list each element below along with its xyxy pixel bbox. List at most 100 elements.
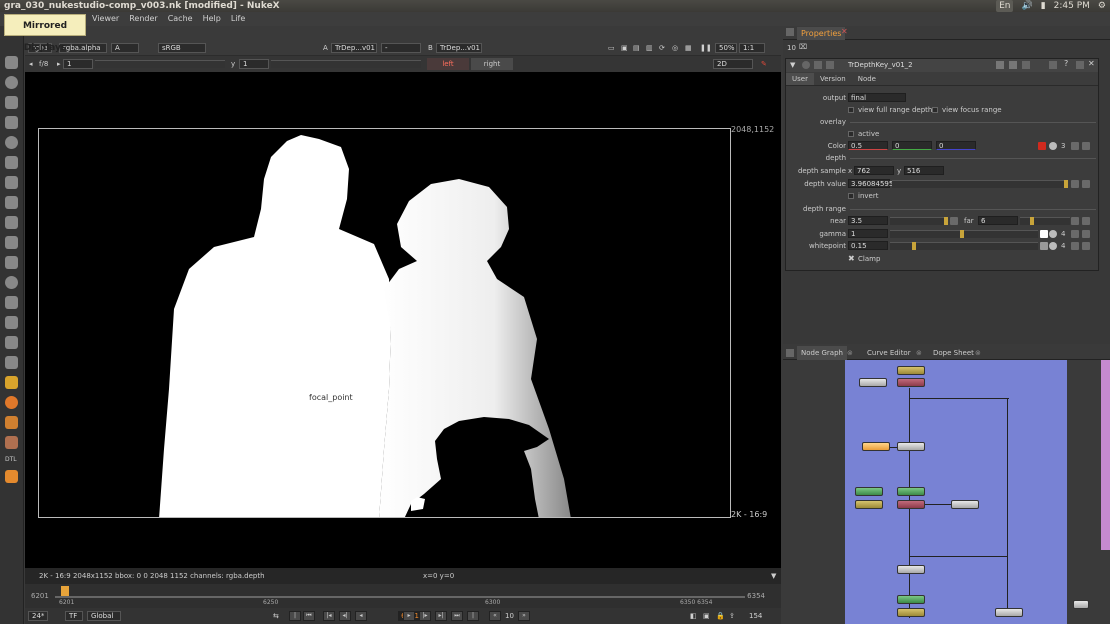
whitepoint-swatch[interactable] [1040, 242, 1048, 250]
channels-icon[interactable]: ▤ [633, 40, 640, 56]
roi-icon[interactable]: ▭ [608, 40, 615, 56]
views-icon[interactable] [5, 276, 18, 289]
color-wheel-icon[interactable] [5, 136, 18, 149]
next-keyframe-button[interactable]: ▸| [435, 611, 447, 621]
color-r-field[interactable]: 0.5 [848, 141, 888, 150]
lock-icon[interactable]: 🔒 [716, 608, 725, 624]
next-frame-button[interactable]: |▸ [419, 611, 431, 621]
near-slider[interactable] [890, 217, 948, 225]
near-field[interactable]: 3.5 [848, 216, 888, 225]
focal-point-label[interactable]: focal_point [309, 393, 353, 402]
step-value[interactable]: 10 [505, 608, 514, 624]
node[interactable] [897, 378, 925, 387]
animation-icon[interactable] [1071, 217, 1079, 225]
particles-icon[interactable] [5, 316, 18, 329]
viewer-mode-dropdown[interactable]: 2D [713, 59, 753, 69]
battery-icon[interactable]: ▮ [1041, 0, 1046, 12]
paint-icon[interactable]: ✎ [761, 56, 767, 72]
tab-user[interactable]: User [786, 73, 814, 85]
close-icon[interactable]: ⊗ [916, 346, 922, 360]
range-dropdown[interactable]: Global [87, 611, 121, 621]
node[interactable] [855, 500, 883, 509]
panel-menu-icon[interactable] [786, 349, 794, 357]
toolsets-icon[interactable] [5, 356, 18, 369]
node[interactable] [897, 442, 925, 451]
curve-icon[interactable] [1082, 142, 1090, 150]
node[interactable] [862, 442, 890, 451]
loop-icon[interactable]: ⇆ [273, 608, 279, 624]
fps-dropdown[interactable]: 24* [28, 611, 48, 621]
active-checkbox[interactable] [848, 131, 854, 137]
whitepoint-field[interactable]: 0.15 [848, 241, 888, 250]
curve-icon[interactable] [1082, 180, 1090, 188]
curve-icon[interactable] [1082, 217, 1090, 225]
color-swatch[interactable] [1038, 142, 1046, 150]
depth-sample-y-field[interactable]: 516 [904, 166, 944, 175]
menu-help[interactable]: Help [203, 12, 221, 26]
other-icon[interactable] [5, 436, 18, 449]
orange-tool-icon[interactable] [5, 470, 18, 483]
furnace-icon[interactable] [5, 376, 18, 389]
view-left-button[interactable]: left [427, 58, 469, 70]
close-icon[interactable]: ✕ [841, 27, 848, 36]
keyer-icon[interactable] [5, 196, 18, 209]
in-point-button[interactable]: | [289, 611, 301, 621]
upload-icon[interactable]: ⇪ [729, 608, 735, 624]
collapse-icon[interactable]: ▼ [790, 61, 795, 69]
timeline-start[interactable]: 6201 [31, 592, 49, 600]
curve-icon[interactable] [1082, 230, 1090, 238]
color-wheel-icon[interactable] [1049, 230, 1057, 238]
channel-icon[interactable] [5, 156, 18, 169]
first-frame-button[interactable]: ⏮ [303, 611, 315, 621]
layers-icon[interactable] [5, 116, 18, 129]
node[interactable] [951, 500, 979, 509]
gain-field[interactable]: 1 [63, 59, 93, 69]
viewer-canvas[interactable]: 2048,1152 focal_point 2K - 16:9 [25, 72, 781, 568]
close-icon[interactable]: ⊗ [847, 346, 853, 360]
out-point-button[interactable]: | [467, 611, 479, 621]
node[interactable] [859, 378, 887, 387]
pin-icon[interactable] [826, 61, 834, 69]
gamma-channel-count[interactable]: 4 [1061, 229, 1065, 239]
whitepoint-channel-count[interactable]: 4 [1061, 241, 1065, 251]
a-node-dropdown[interactable]: TrDep...v01 [331, 43, 377, 53]
prev-keyframe-button[interactable]: |◂ [323, 611, 335, 621]
tab-curve-editor[interactable]: Curve Editor [863, 346, 915, 360]
max-panels-field[interactable]: 10 [787, 44, 796, 52]
filter-icon[interactable] [5, 176, 18, 189]
refresh-icon[interactable]: ⟳ [659, 40, 665, 56]
gain-slider[interactable] [95, 60, 225, 68]
clip-icon[interactable]: ◎ [672, 40, 678, 56]
play-forward-button[interactable]: ▸ [403, 611, 415, 621]
proxy-icon[interactable]: ▣ [703, 608, 710, 624]
depth-value-field[interactable]: 3.96084595 [848, 179, 893, 188]
deep-icon[interactable] [5, 336, 18, 349]
help-icon[interactable]: ? [1064, 59, 1068, 68]
hide-icon[interactable] [814, 61, 822, 69]
input-a-dropdown[interactable]: A [111, 43, 139, 53]
depth-value-slider[interactable] [892, 180, 1068, 188]
color-channel-count[interactable]: 3 [1061, 141, 1065, 151]
clock-icon[interactable] [5, 76, 18, 89]
clear-panels-icon[interactable]: ⌧ [799, 43, 807, 51]
image-icon[interactable] [5, 96, 18, 109]
zoom-dropdown[interactable]: 50% [715, 43, 737, 53]
view-right-button[interactable]: right [471, 58, 513, 70]
output-dropdown[interactable]: final [848, 93, 906, 102]
clamp-checkbox[interactable]: ✖ [848, 254, 855, 264]
b-node-dropdown[interactable]: TrDep...v01 [436, 43, 482, 53]
lut-icon[interactable]: ▦ [685, 40, 692, 56]
tab-version[interactable]: Version [814, 73, 852, 85]
menu-life[interactable]: Life [231, 12, 245, 26]
safe-area-icon[interactable]: ▣ [621, 40, 628, 56]
whitepoint-slider[interactable] [890, 242, 1038, 250]
timeline[interactable]: 6201 6201 6250 6300 6350 6354 6354 [25, 584, 781, 608]
menu-cache[interactable]: Cache [168, 12, 193, 26]
gamma-field[interactable]: 1 [848, 229, 888, 238]
plugin-icon[interactable] [5, 416, 18, 429]
node[interactable] [995, 608, 1023, 617]
prev-frame-button[interactable]: ◂| [339, 611, 351, 621]
near-animation-icon[interactable] [950, 217, 958, 225]
menu-render[interactable]: Render [129, 12, 157, 26]
node[interactable] [897, 487, 925, 496]
